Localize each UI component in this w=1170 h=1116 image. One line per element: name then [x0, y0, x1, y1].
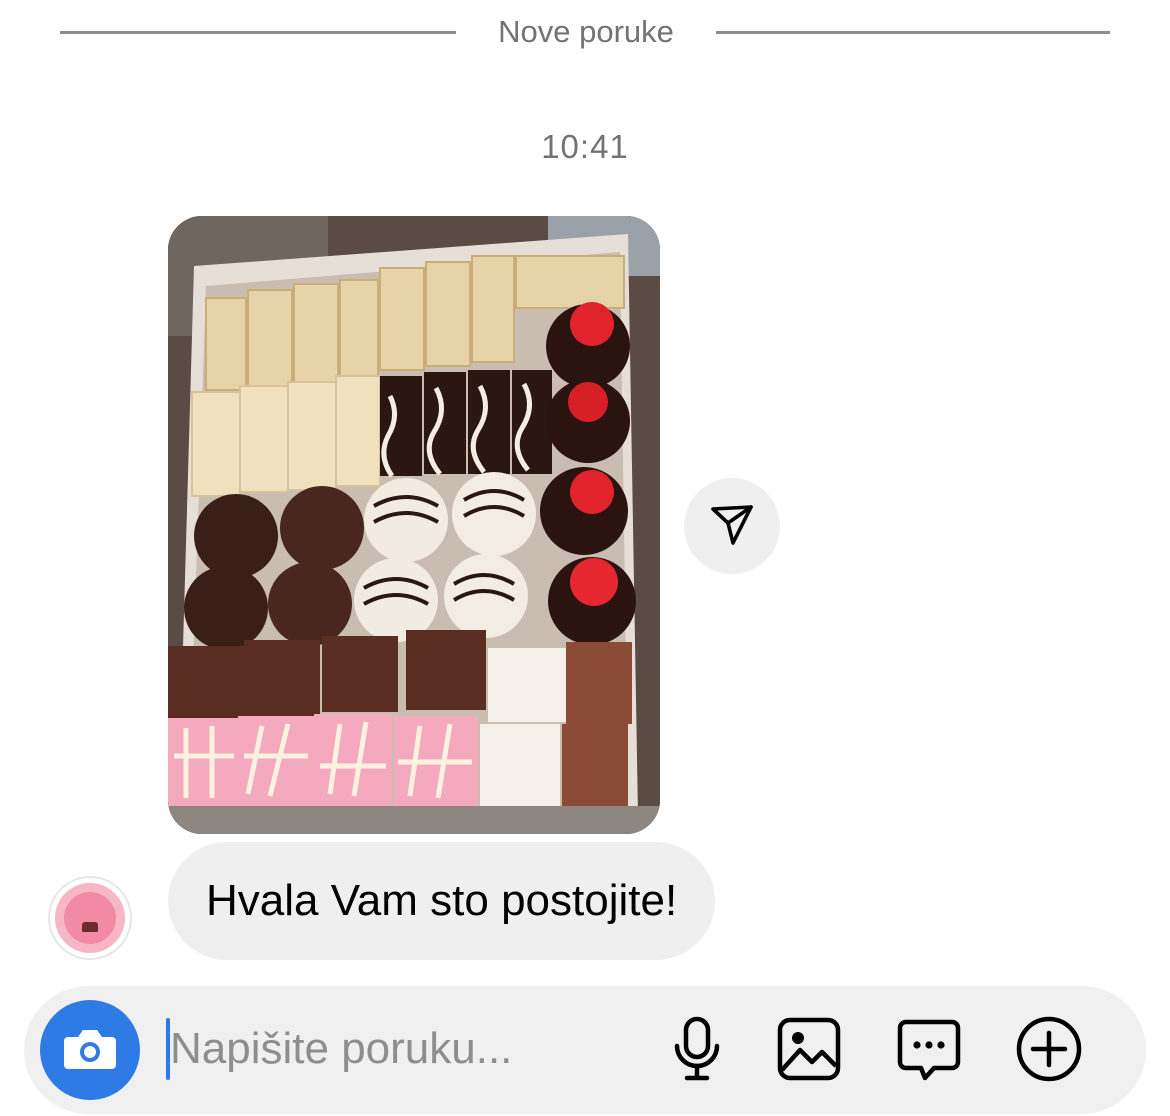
- camera-button[interactable]: [40, 1000, 140, 1100]
- message-composer: [24, 986, 1146, 1114]
- message-text: Hvala Vam sto postojite!: [206, 876, 678, 925]
- message-input[interactable]: [170, 1014, 630, 1084]
- message-timestamp: 10:41: [541, 128, 629, 165]
- new-messages-label: Nove poruke: [498, 14, 674, 49]
- cake-icon: [82, 922, 98, 932]
- microphone-button[interactable]: [662, 1016, 732, 1086]
- sticker-button[interactable]: [894, 1016, 964, 1086]
- message-bubble-icon: [896, 1016, 962, 1087]
- share-button[interactable]: [684, 478, 780, 574]
- divider-line-right: [716, 31, 1110, 34]
- more-options-button[interactable]: [1014, 1016, 1084, 1086]
- cake-logo-icon: [64, 892, 116, 944]
- paper-plane-icon: [709, 501, 755, 552]
- camera-icon: [62, 1025, 118, 1076]
- new-messages-divider: Nove poruke: [0, 0, 1170, 64]
- avatar-logo-ring: [55, 883, 125, 953]
- plus-circle-icon: [1015, 1015, 1083, 1088]
- message-bubble[interactable]: Hvala Vam sto postojite!: [168, 842, 716, 960]
- sender-avatar[interactable]: [48, 876, 132, 960]
- divider-line-left: [60, 31, 456, 34]
- shared-photo-sweets-box[interactable]: [168, 216, 660, 834]
- gallery-button[interactable]: [774, 1016, 844, 1086]
- image-icon: [776, 1016, 842, 1087]
- microphone-icon: [669, 1016, 725, 1087]
